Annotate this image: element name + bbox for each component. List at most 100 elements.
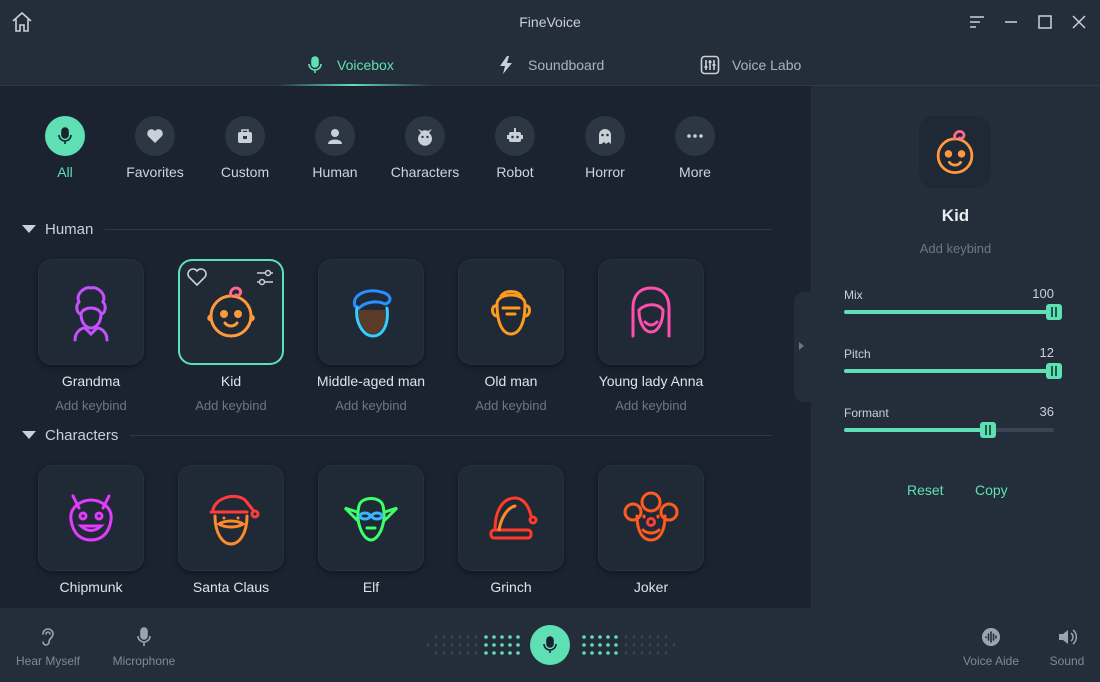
category-label: Horror [585,164,625,180]
tab-voice-labo[interactable]: Voice Labo [700,44,801,86]
voice-activity-dots-right [582,635,676,655]
hear-myself-button[interactable]: Hear Myself [14,626,82,668]
reset-button[interactable]: Reset [907,482,944,498]
person-icon [328,129,342,144]
section-characters-header[interactable]: Characters [22,425,772,445]
slider-thumb[interactable] [1046,363,1062,379]
category-human[interactable]: Human [290,116,380,180]
voice-name: Santa Claus [192,579,270,595]
copy-button[interactable]: Copy [975,482,1008,498]
voice-name: Elf [362,579,380,595]
add-keybind-link[interactable]: Add keybind [441,398,581,413]
voice-joker[interactable]: Joker [581,465,721,595]
voice-name: Grandma [61,373,121,389]
collapse-triangle-icon [22,431,36,439]
category-more[interactable]: More [650,116,740,180]
maximize-icon[interactable] [1034,11,1056,33]
voice-old-man[interactable]: Old man Add keybind [441,259,581,413]
tab-soundboard-label: Soundboard [528,57,605,73]
baby-icon [936,129,974,175]
voice-elf[interactable]: Elf [301,465,441,595]
main-microphone-toggle[interactable] [530,625,570,665]
slider-label: Mix [844,288,863,302]
adjust-sliders-icon[interactable] [254,267,276,289]
robot-icon [507,128,523,142]
slider-fill [844,310,1054,314]
add-keybind-link[interactable]: Add keybind [811,241,1100,256]
voice-name: Kid [220,373,242,389]
microphone-button[interactable]: Microphone [108,626,180,668]
slider-track[interactable] [844,422,1054,438]
voice-santa-claus[interactable]: Santa Claus [161,465,301,595]
voice-chipmunk[interactable]: Chipmunk [21,465,161,595]
microphone-icon [58,127,72,144]
voice-card[interactable] [318,465,424,571]
category-label: All [57,164,73,180]
slider-thumb[interactable] [980,422,996,438]
lightning-icon [500,56,512,74]
grandma-icon [73,286,109,342]
voice-card[interactable] [38,465,144,571]
category-filter: All Favorites Custom Human Characters Ro… [20,116,810,186]
voice-name: Chipmunk [59,579,123,595]
sound-button[interactable]: Sound [1044,626,1090,668]
category-robot[interactable]: Robot [470,116,560,180]
section-human-header[interactable]: Human [22,219,772,239]
old-man-icon [491,290,531,336]
add-keybind-link[interactable]: Add keybind [21,398,161,413]
category-all[interactable]: All [20,116,110,180]
joker-icon [623,491,679,542]
man-icon [352,289,392,338]
category-favorites[interactable]: Favorites [110,116,200,180]
voice-name: Old man [484,373,538,389]
voice-card[interactable] [178,259,284,365]
voice-name: Middle-aged man [316,373,426,389]
add-keybind-link[interactable]: Add keybind [301,398,441,413]
bottom-bar: Hear Myself Microphone Voice Aide Sound [0,608,1100,682]
favorite-heart-icon[interactable] [186,267,208,287]
voice-grinch[interactable]: Grinch [441,465,581,595]
baby-icon [207,286,255,338]
microphone-icon [308,56,322,73]
category-custom[interactable]: Custom [200,116,290,180]
voice-card[interactable] [458,259,564,365]
category-characters[interactable]: Characters [380,116,470,180]
voice-aide-icon [982,628,1000,646]
heart-icon [147,129,163,143]
category-label: Favorites [126,164,184,180]
microphone-label: Microphone [112,654,176,668]
voice-middle-aged-man[interactable]: Middle-aged man Add keybind [301,259,441,413]
voice-card[interactable] [598,465,704,571]
voice-card[interactable] [318,259,424,365]
title-bar: FineVoice [0,0,1100,44]
divider [130,434,772,436]
voice-name: Young lady Anna [598,373,704,389]
slider-label: Formant [844,406,889,420]
slider-track[interactable] [844,304,1062,320]
tab-voicebox[interactable]: Voicebox [305,44,394,86]
panel-collapse-handle[interactable] [794,292,811,402]
voice-young-lady-anna[interactable]: Young lady Anna Add keybind [581,259,721,413]
voice-kid[interactable]: Kid Add keybind [161,259,301,413]
slider-track[interactable] [844,363,1062,379]
voice-aide-button[interactable]: Voice Aide [958,626,1024,668]
category-label: Human [312,164,358,180]
menu-icon[interactable] [966,11,988,33]
voice-grandma[interactable]: Grandma Add keybind [21,259,161,413]
selected-voice-icon [919,116,991,188]
voice-card[interactable] [38,259,144,365]
close-icon[interactable] [1068,11,1090,33]
add-keybind-link[interactable]: Add keybind [581,398,721,413]
voice-card[interactable] [598,259,704,365]
add-keybind-link[interactable]: Add keybind [161,398,301,413]
minimize-icon[interactable] [1000,11,1022,33]
voice-card[interactable] [178,465,284,571]
voice-name: Joker [633,579,669,595]
main-tabs: Voicebox Soundboard Voice Labo [0,44,1100,86]
lady-icon [631,286,671,338]
category-horror[interactable]: Horror [560,116,650,180]
voice-card[interactable] [458,465,564,571]
slider-thumb[interactable] [1046,304,1062,320]
slider-fill [844,369,1054,373]
tab-soundboard[interactable]: Soundboard [496,44,604,86]
